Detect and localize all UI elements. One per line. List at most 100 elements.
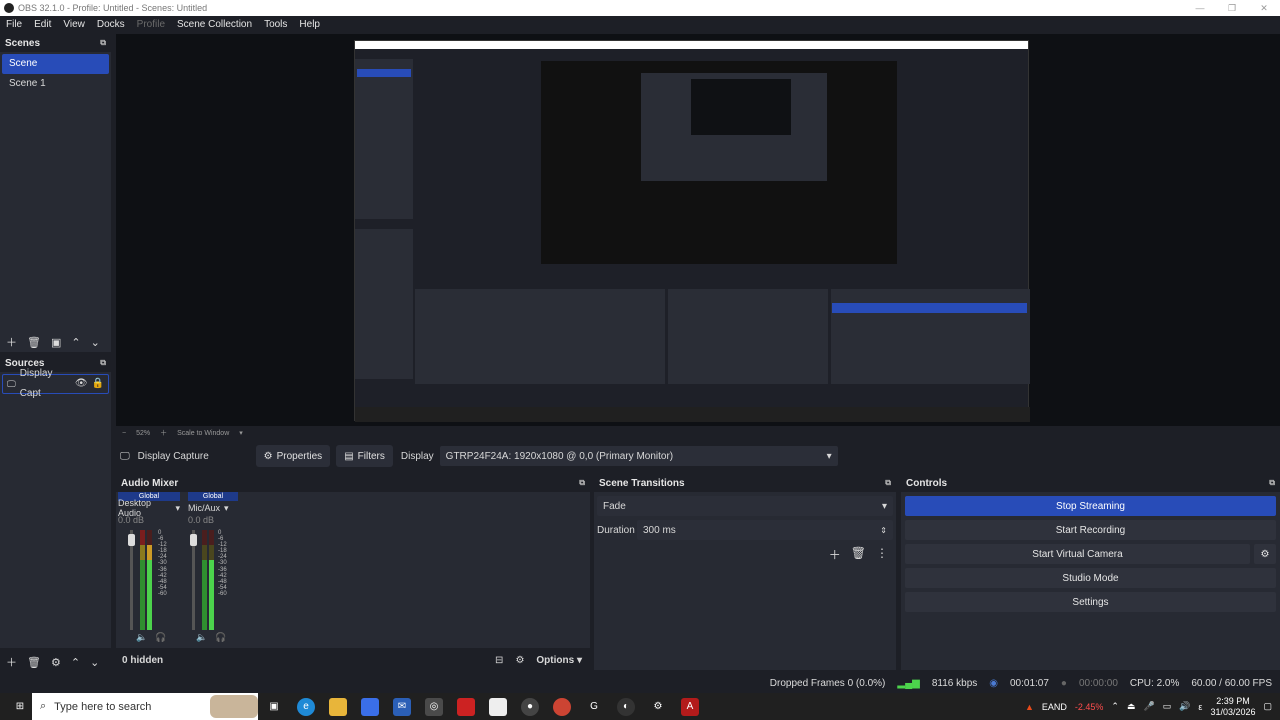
undock-icon[interactable]: ⧉ [100, 38, 106, 48]
mixer-channel: Global Desktop Audio ▾ 0.0 dB [118, 492, 180, 527]
menu-profile[interactable]: Profile [131, 19, 171, 30]
meter-scale: 0 -6 -12 -18 -24 -30 -36 -42 -48 -54 -60 [158, 530, 167, 597]
maximize-icon[interactable]: ❐ [1216, 3, 1248, 14]
minimize-icon[interactable]: — [1184, 3, 1216, 14]
menu-help[interactable]: Help [293, 19, 326, 30]
stock-ticker[interactable]: EAND [1042, 702, 1067, 712]
menu-file[interactable]: File [0, 19, 28, 30]
volume-slider-handle[interactable] [190, 534, 197, 546]
menu-tools[interactable]: Tools [258, 19, 293, 30]
obs-taskbar-icon[interactable]: ● [521, 697, 539, 716]
file-explorer-icon[interactable] [329, 697, 347, 716]
start-recording-button[interactable]: Start Recording [905, 520, 1276, 540]
transition-select[interactable]: Fade ▾ [597, 496, 893, 516]
source-item[interactable]: 🖵 Display Capt 👁 🔒 [2, 368, 109, 399]
undock-icon[interactable]: ⧉ [885, 478, 891, 488]
controls-title: Controls [906, 477, 948, 489]
zoom-out-icon[interactable]: − [122, 430, 126, 437]
speaker-icon[interactable]: 🔈 [196, 632, 207, 643]
move-down-icon[interactable]: ⌄ [90, 656, 99, 669]
move-up-icon[interactable]: ⌃ [71, 656, 80, 669]
properties-button[interactable]: ⚙ Properties [255, 445, 331, 467]
start-virtual-camera-button[interactable]: Start Virtual Camera [905, 544, 1250, 564]
volume-icon[interactable]: 🔊 [1179, 701, 1190, 712]
news-app-icon[interactable] [457, 697, 475, 716]
clock[interactable]: 2:39 PM 31/03/2026 [1210, 696, 1255, 718]
settings-icon[interactable]: ⚙ [649, 698, 667, 716]
show-hidden-icons-icon[interactable]: ⌃ [1111, 701, 1119, 712]
media-app-icon[interactable] [553, 697, 571, 716]
scale-tick: -48 [158, 578, 167, 585]
dropped-frames: Dropped Frames 0 (0.0%) [769, 678, 886, 689]
remove-icon[interactable]: 🗑 [27, 656, 41, 669]
task-view-icon[interactable]: ▣ [265, 698, 283, 716]
headphones-icon[interactable]: 🎧 [215, 632, 226, 643]
usb-icon[interactable]: ⏏ [1127, 701, 1136, 712]
mic-icon[interactable]: 🎤 [1143, 701, 1154, 712]
filters-icon[interactable]: ▣ [51, 336, 61, 349]
scene-item[interactable]: Scene [2, 54, 109, 74]
speaker-icon[interactable]: 🔈 [136, 632, 147, 643]
acrobat-icon[interactable]: A [681, 697, 699, 716]
add-icon[interactable]: ＋ [829, 546, 841, 563]
visibility-eye-icon[interactable]: 👁 [75, 374, 88, 394]
move-down-icon[interactable]: ⌄ [91, 336, 100, 349]
studio-mode-button[interactable]: Studio Mode [905, 568, 1276, 588]
window-title: OBS 32.1.0 - Profile: Untitled - Scenes:… [18, 3, 208, 13]
stock-icon: ▲ [1024, 701, 1034, 712]
notepad-icon[interactable] [489, 697, 507, 716]
menu-scene-collection[interactable]: Scene Collection [171, 19, 258, 30]
undock-icon[interactable]: ⧉ [100, 358, 106, 368]
channel-controls: 🔈 🎧 [136, 632, 166, 643]
undock-icon[interactable]: ⧉ [579, 478, 585, 488]
language-icon[interactable]: ε [1198, 702, 1202, 712]
more-options-icon[interactable]: ⋮ [876, 546, 888, 563]
notifications-icon[interactable]: ▢ [1263, 701, 1272, 712]
g-app-icon[interactable]: G [585, 698, 603, 716]
obs-logo-icon [4, 3, 14, 13]
windows-start-icon[interactable]: ⊞ [11, 698, 29, 716]
headphones-icon[interactable]: 🎧 [155, 632, 166, 643]
layout-icon[interactable]: ⊟ [495, 655, 503, 666]
microsoft-store-icon[interactable] [361, 697, 379, 716]
virtual-camera-settings-gear-icon[interactable]: ⚙ [1254, 544, 1276, 564]
stop-streaming-button[interactable]: Stop Streaming [905, 496, 1276, 516]
zoom-in-icon[interactable]: ＋ [160, 428, 167, 438]
menu-view[interactable]: View [57, 19, 91, 30]
duration-spinbox[interactable]: 300 ms ⇕ [637, 520, 893, 540]
remove-icon[interactable]: 🗑 [27, 336, 41, 349]
mixer-channel: Global Mic/Aux ▾ 0.0 dB [188, 492, 238, 527]
network-icon[interactable]: ▭ [1163, 701, 1172, 712]
monitor-icon: 🖵 [7, 379, 16, 389]
gear-icon[interactable]: ⚙ [51, 656, 61, 669]
volume-slider-handle[interactable] [128, 534, 135, 546]
scene-item[interactable]: Scene 1 [2, 74, 109, 94]
options-button[interactable]: Options ▾ [536, 655, 582, 666]
edge-browser-icon[interactable]: e [297, 697, 315, 716]
settings-button[interactable]: Settings [905, 592, 1276, 612]
fps: 60.00 / 60.00 FPS [1191, 678, 1272, 689]
mail-icon[interactable]: ✉ [393, 697, 411, 716]
menu-docks[interactable]: Docks [91, 19, 131, 30]
chevron-down-icon[interactable]: ▾ [239, 429, 243, 437]
steam-icon[interactable]: ◐ [617, 697, 635, 716]
nested-selection [357, 69, 411, 77]
nested-audio-mixer [415, 289, 665, 384]
menu-edit[interactable]: Edit [28, 19, 57, 30]
display-select[interactable]: GTRP24F24A: 1920x1080 @ 0,0 (Primary Mon… [439, 446, 838, 466]
chrome-icon[interactable]: ◎ [425, 697, 443, 716]
channel-name[interactable]: Mic/Aux ▾ [188, 501, 238, 515]
move-up-icon[interactable]: ⌃ [71, 336, 80, 349]
volume-meter [190, 530, 242, 630]
advanced-audio-icon[interactable]: ⚙ [515, 655, 524, 666]
channel-name[interactable]: Desktop Audio ▾ [118, 498, 180, 518]
undock-icon[interactable]: ⧉ [1269, 478, 1275, 488]
filters-button[interactable]: ▤ Filters [336, 445, 393, 467]
lock-icon[interactable]: 🔒 [92, 374, 104, 394]
remove-icon[interactable]: 🗑 [851, 546, 866, 563]
scale-mode[interactable]: Scale to Window [177, 430, 229, 437]
add-icon[interactable]: ＋ [6, 654, 17, 670]
add-icon[interactable]: ＋ [6, 334, 17, 350]
close-icon[interactable]: ✕ [1248, 3, 1280, 14]
taskbar-search[interactable]: ⌕ Type here to search [32, 693, 258, 720]
